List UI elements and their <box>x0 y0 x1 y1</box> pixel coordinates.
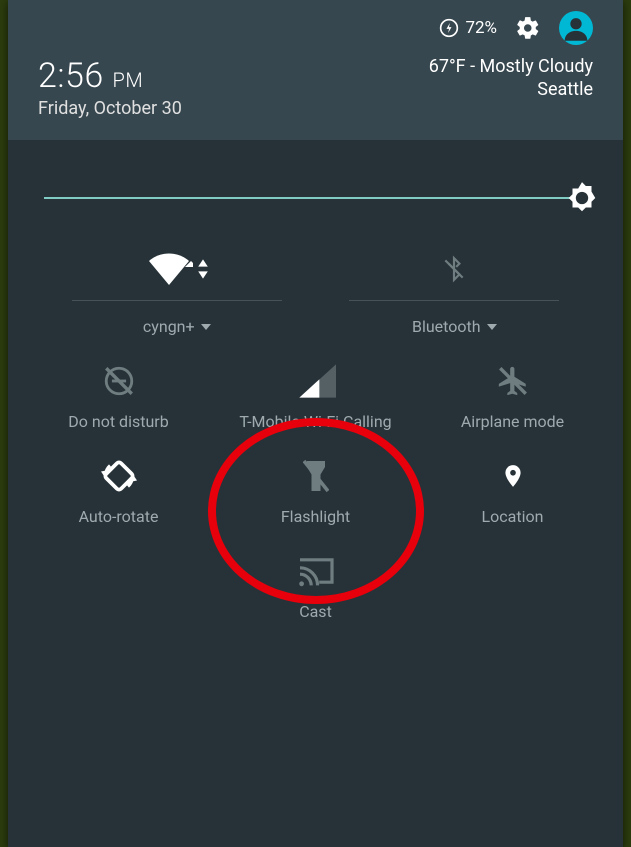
tile-row-2: Do not disturb T-Mobile Wi-Fi Calling Ai… <box>8 348 623 431</box>
wifi-label: cyngn+ <box>143 317 195 336</box>
cast-icon <box>296 555 336 587</box>
tile-row-1: cyngn+ Bluetooth <box>8 226 623 336</box>
divider <box>72 300 282 301</box>
bluetooth-label-row[interactable]: Bluetooth <box>412 317 497 336</box>
slider-track <box>44 197 587 199</box>
flashlight-off-icon <box>303 458 329 494</box>
dnd-tile[interactable]: Do not disturb <box>20 348 217 431</box>
flashlight-label: Flashlight <box>281 507 350 526</box>
brightness-slider[interactable] <box>44 186 587 210</box>
location-tile[interactable]: Location <box>414 443 611 526</box>
bluetooth-tile[interactable]: Bluetooth <box>334 236 574 336</box>
quick-settings-panel: 72% 2:56 PM Friday, October 30 67°F - Mo… <box>8 0 623 847</box>
airplane-tile[interactable]: Airplane mode <box>414 348 611 431</box>
battery-percent: 72% <box>465 18 497 38</box>
airplane-label: Airplane mode <box>461 412 564 431</box>
date: Friday, October 30 <box>38 98 182 119</box>
divider <box>349 300 559 301</box>
brightness-icon[interactable] <box>563 179 601 217</box>
cast-label: Cast <box>299 602 332 621</box>
dnd-label: Do not disturb <box>68 412 168 431</box>
flashlight-tile[interactable]: Flashlight <box>217 443 414 526</box>
airplane-off-icon <box>496 364 530 398</box>
status-icon-row: 72% <box>38 10 593 46</box>
clock[interactable]: 2:56 PM Friday, October 30 <box>38 56 182 119</box>
battery-status: 72% <box>439 18 497 38</box>
location-icon <box>500 458 526 494</box>
weather-summary: 67°F - Mostly Cloudy <box>429 56 593 77</box>
cellular-tile[interactable]: T-Mobile Wi-Fi Calling <box>217 348 414 431</box>
wifi-icon <box>145 251 193 287</box>
signal-icon <box>296 364 336 398</box>
weather-city: Seattle <box>429 79 593 100</box>
tile-row-3: Auto-rotate Flashlight Location <box>8 443 623 526</box>
time-value: 2:56 <box>38 56 104 96</box>
chevron-down-icon <box>487 324 497 330</box>
chevron-down-icon <box>201 324 211 330</box>
brightness-row <box>8 140 623 226</box>
wifi-tile[interactable]: cyngn+ <box>57 236 297 336</box>
time: 2:56 PM <box>38 56 182 96</box>
auto-rotate-icon <box>101 458 137 494</box>
rotate-tile[interactable]: Auto-rotate <box>20 443 217 526</box>
time-ampm: PM <box>113 68 144 92</box>
user-avatar-icon[interactable] <box>559 11 593 45</box>
status-header: 72% 2:56 PM Friday, October 30 67°F - Mo… <box>8 0 623 140</box>
settings-gear-icon[interactable] <box>515 15 541 41</box>
weather[interactable]: 67°F - Mostly Cloudy Seattle <box>429 56 593 100</box>
cellular-label: T-Mobile Wi-Fi Calling <box>239 412 391 431</box>
location-label: Location <box>482 507 544 526</box>
bluetooth-label: Bluetooth <box>412 317 481 336</box>
tile-row-4: Cast <box>8 538 623 621</box>
bluetooth-off-icon <box>441 252 467 286</box>
rotate-label: Auto-rotate <box>79 507 159 526</box>
dnd-off-icon <box>102 364 136 398</box>
expand-arrows-icon <box>197 257 209 281</box>
battery-icon <box>439 18 459 38</box>
wifi-label-row[interactable]: cyngn+ <box>143 317 211 336</box>
cast-tile[interactable]: Cast <box>216 538 416 621</box>
